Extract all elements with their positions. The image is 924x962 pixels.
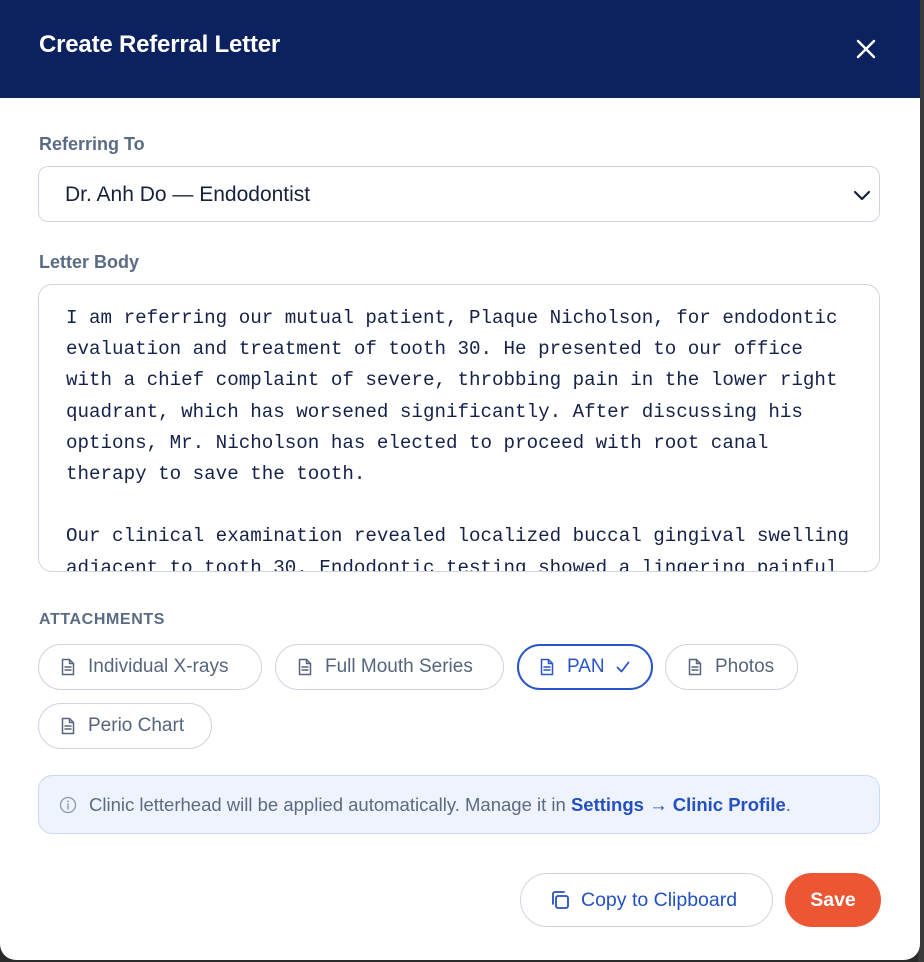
dialog-header: Create Referral Letter [0,0,920,98]
referring-to-label: Referring To [39,134,145,154]
letter-body-textarea[interactable]: I am referring our mutual patient, Plaqu… [38,284,880,572]
attachment-chip-individual-xrays[interactable]: Individual X-rays [38,644,262,690]
document-icon [540,658,554,676]
chip-label: Photos [715,656,775,677]
info-suffix: . [785,793,791,815]
document-icon [688,658,702,676]
chip-label: PAN [567,656,605,677]
copy-icon [552,891,569,909]
document-icon [61,658,75,676]
letter-body-label: Letter Body [39,252,140,272]
attachment-chip-pan[interactable]: PAN [517,644,653,690]
referring-to-value: Dr. Anh Do — Endodontist [65,183,311,206]
copy-button-label: Copy to Clipboard [581,888,738,911]
dialog-title: Create Referral Letter [39,31,281,58]
info-icon [59,796,77,813]
attachments-label: ATTACHMENTS [39,611,165,628]
checkmark-icon [616,661,630,673]
close-icon [856,39,876,59]
chip-label: Individual X-rays [88,656,229,677]
referral-letter-dialog: Create Referral Letter Referring To Dr. … [0,0,920,960]
copy-to-clipboard-button[interactable]: Copy to Clipboard [520,873,773,927]
document-icon [298,658,312,676]
attachment-chip-full-mouth-series[interactable]: Full Mouth Series [275,644,504,690]
attachment-chip-photos[interactable]: Photos [665,644,798,690]
letterhead-info-banner: Clinic letterhead will be applied automa… [38,775,880,834]
close-button[interactable] [850,33,882,65]
attachment-chip-perio-chart[interactable]: Perio Chart [38,703,212,749]
save-button[interactable]: Save [785,873,881,927]
chip-label: Full Mouth Series [325,656,473,677]
info-text: Clinic letterhead will be applied automa… [89,794,791,816]
referring-to-select[interactable]: Dr. Anh Do — Endodontist [38,166,880,222]
clinic-profile-settings-link[interactable]: Settings → Clinic Profile [571,794,786,815]
info-message: Clinic letterhead will be applied automa… [89,793,571,815]
chip-label: Perio Chart [88,715,185,736]
letter-body-text: I am referring our mutual patient, Plaqu… [66,307,849,572]
document-icon [61,717,75,735]
chevron-down-icon [853,190,871,201]
